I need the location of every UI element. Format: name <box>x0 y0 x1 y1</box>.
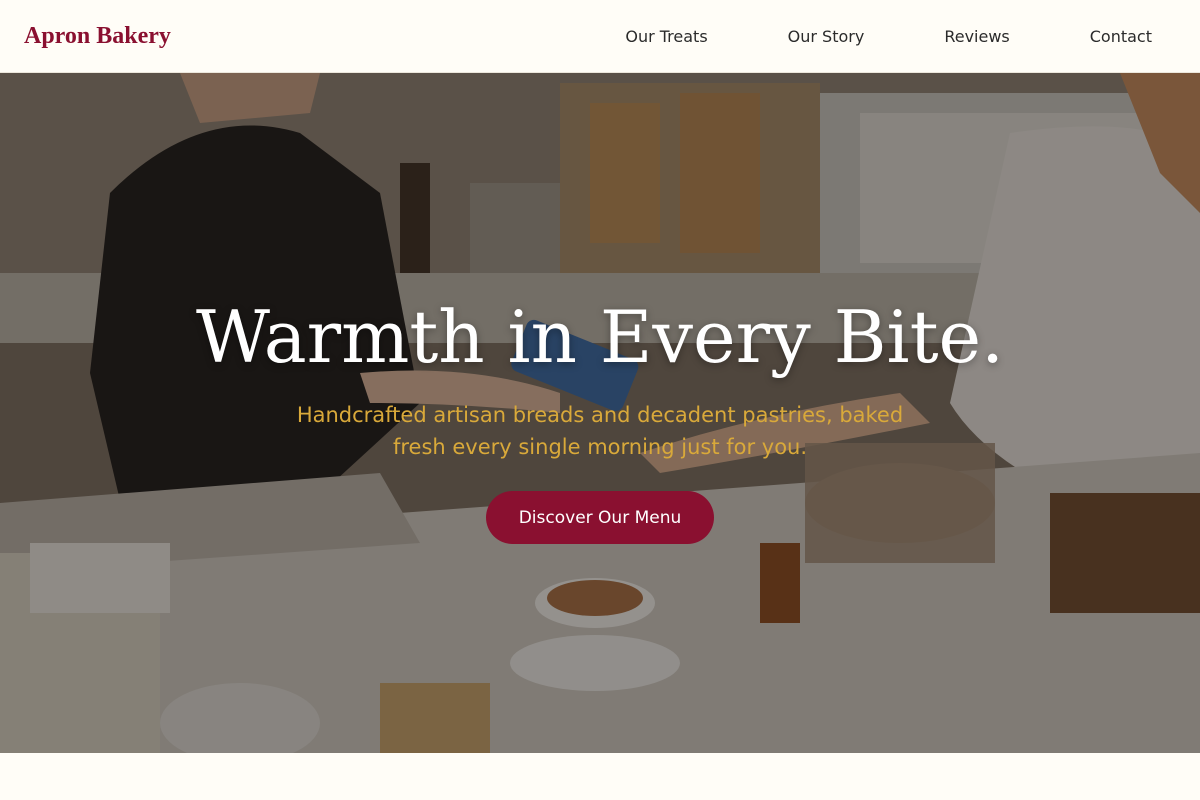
site-header: Apron Bakery Our Treats Our Story Review… <box>0 0 1200 73</box>
hero-section: Warmth in Every Bite. Handcrafted artisa… <box>0 73 1200 753</box>
nav-link-reviews[interactable]: Reviews <box>944 27 1009 46</box>
hero-subtitle: Handcrafted artisan breads and decadent … <box>296 403 904 459</box>
nav-link-our-treats[interactable]: Our Treats <box>625 27 707 46</box>
next-section-strip <box>0 753 1200 800</box>
main-nav: Our Treats Our Story Reviews Contact <box>625 27 1152 46</box>
nav-link-contact[interactable]: Contact <box>1090 27 1152 46</box>
nav-link-our-story[interactable]: Our Story <box>788 27 865 46</box>
brand-logo[interactable]: Apron Bakery <box>24 23 171 50</box>
discover-menu-button[interactable]: Discover Our Menu <box>486 491 714 544</box>
hero-content: Warmth in Every Bite. Handcrafted artisa… <box>0 73 1200 753</box>
hero-title: Warmth in Every Bite. <box>195 295 1005 379</box>
